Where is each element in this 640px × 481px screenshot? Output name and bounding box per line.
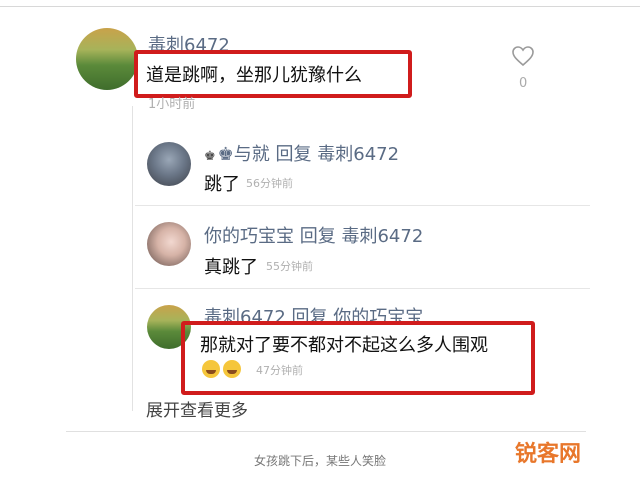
reply-1-target[interactable]: 毒刺6472 [317, 144, 399, 165]
reply-separator-1 [135, 205, 590, 206]
reply-2-reply-word: 回复 [299, 226, 336, 247]
main-comment-time: 1小时前 [148, 97, 196, 112]
reply-3-time: 47分钟前 [256, 364, 303, 377]
reply-1-time: 56分钟前 [246, 177, 293, 190]
laughing-emoji-icon [202, 359, 220, 378]
reply-2-target[interactable]: 毒刺6472 [341, 226, 423, 247]
avatar-reply-2[interactable] [147, 222, 191, 266]
reply-1-header: ♚ ♚与就 回复 毒刺6472 [204, 140, 399, 166]
reply-1-author[interactable]: ♚与就 [218, 144, 270, 165]
reply-1-reply-word: 回复 [275, 144, 312, 165]
main-comment-text: 道是跳啊，坐那儿犹豫什么 [146, 65, 362, 86]
heart-icon[interactable] [511, 44, 535, 68]
reply-2-time: 55分钟前 [266, 260, 313, 273]
reply-2-text: 真跳了 [204, 257, 258, 278]
crown-icon: ♚ [204, 149, 216, 164]
expand-more-link[interactable]: 展开查看更多 [146, 396, 248, 421]
reply-2-header: 你的巧宝宝 回复 毒刺6472 [204, 222, 423, 248]
laughing-emoji-icon [223, 359, 241, 378]
reply-3-text: 那就对了要不都对不起这么多人围观 [200, 335, 488, 356]
like-count: 0 [519, 76, 528, 91]
reply-1-text: 跳了 [204, 174, 240, 195]
bottom-divider [66, 431, 586, 432]
reply-3-emojis [202, 358, 244, 378]
avatar-reply-1[interactable] [147, 142, 191, 186]
reply-2-author[interactable]: 你的巧宝宝 [204, 226, 294, 247]
thread-line [132, 106, 133, 411]
site-watermark: 锐客网 [515, 442, 582, 467]
avatar-main[interactable] [76, 28, 138, 90]
reply-separator-2 [135, 288, 590, 289]
top-border [0, 6, 640, 7]
